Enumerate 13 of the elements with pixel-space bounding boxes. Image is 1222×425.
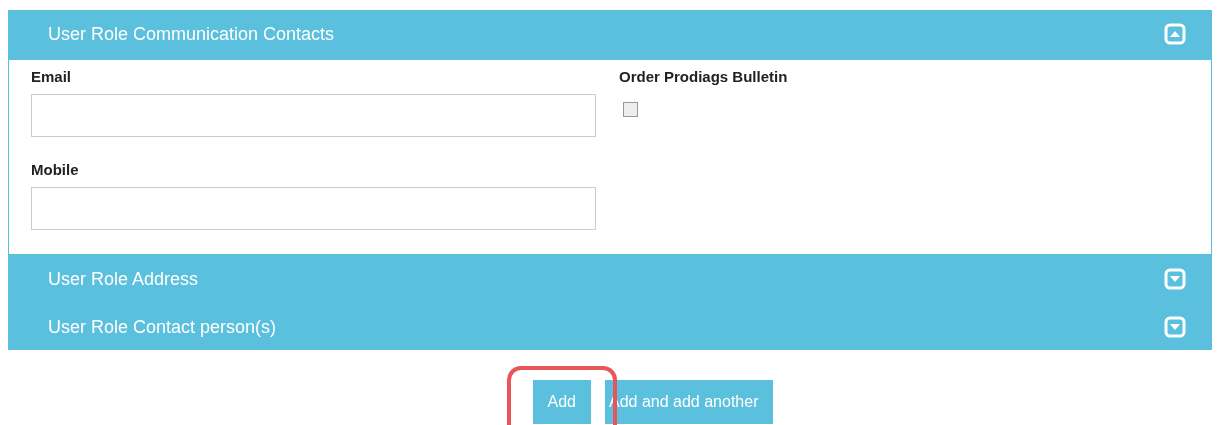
submit-button[interactable]: Add	[532, 380, 591, 424]
section-title: User Role Address	[48, 268, 199, 290]
field-label: Email	[31, 68, 72, 85]
field-label: Order Prodiags Bulletin	[619, 68, 788, 85]
text-field[interactable]	[31, 187, 596, 230]
collapse-icon[interactable]	[1164, 23, 1186, 45]
text-field[interactable]	[31, 94, 596, 137]
section-title: User Role Communication Contacts	[48, 23, 335, 45]
field-label: Mobile	[31, 161, 79, 178]
expand-icon[interactable]	[1164, 316, 1186, 338]
expand-icon[interactable]	[1164, 268, 1186, 290]
section-title: User Role Contact person(s)	[48, 316, 277, 338]
checkbox[interactable]	[623, 102, 638, 117]
